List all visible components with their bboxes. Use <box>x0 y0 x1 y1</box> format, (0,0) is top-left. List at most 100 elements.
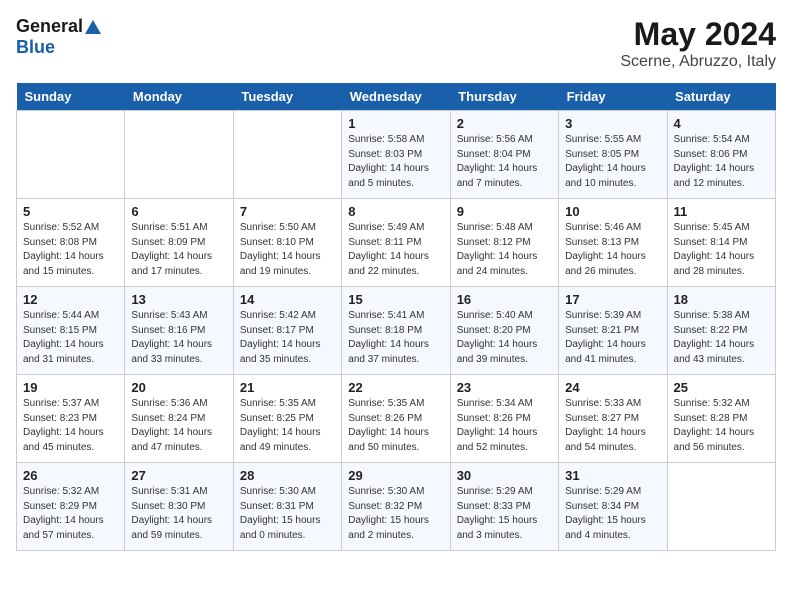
logo-blue-text: Blue <box>16 37 55 58</box>
calendar-week-row: 19 Sunrise: 5:37 AMSunset: 8:23 PMDayligh… <box>17 375 776 463</box>
cell-info: Sunrise: 5:49 AMSunset: 8:11 PMDaylight:… <box>348 221 443 279</box>
day-number: 3 <box>565 116 660 131</box>
day-number: 21 <box>240 380 335 395</box>
day-number: 16 <box>457 292 552 307</box>
day-number: 14 <box>240 292 335 307</box>
location-title: Scerne, Abruzzo, Italy <box>620 53 776 71</box>
cell-info: Sunrise: 5:32 AMSunset: 8:28 PMDaylight:… <box>674 397 769 455</box>
logo-general-text: General <box>16 16 83 37</box>
cell-info: Sunrise: 5:31 AMSunset: 8:30 PMDaylight:… <box>131 485 226 543</box>
cell-info: Sunrise: 5:46 AMSunset: 8:13 PMDaylight:… <box>565 221 660 279</box>
day-number: 22 <box>348 380 443 395</box>
cell-info: Sunrise: 5:38 AMSunset: 8:22 PMDaylight:… <box>674 309 769 367</box>
calendar-cell: 28 Sunrise: 5:30 AMSunset: 8:31 PMDayligh… <box>233 463 341 551</box>
calendar-header: General Blue May 2024 Scerne, Abruzzo, I… <box>16 16 776 71</box>
day-number: 1 <box>348 116 443 131</box>
day-number: 28 <box>240 468 335 483</box>
cell-info: Sunrise: 5:29 AMSunset: 8:34 PMDaylight:… <box>565 485 660 543</box>
weekday-header-thursday: Thursday <box>450 83 558 111</box>
calendar-cell <box>667 463 775 551</box>
logo-triangle-icon <box>85 20 101 34</box>
day-number: 19 <box>23 380 118 395</box>
day-number: 9 <box>457 204 552 219</box>
calendar-cell: 26Sunrise: 5:32 AMSunset: 8:29 PMDayligh… <box>17 463 125 551</box>
cell-info: Sunrise: 5:33 AMSunset: 8:27 PMDaylight:… <box>565 397 660 455</box>
calendar-cell: 24 Sunrise: 5:33 AMSunset: 8:27 PMDayligh… <box>559 375 667 463</box>
calendar-cell: 31 Sunrise: 5:29 AMSunset: 8:34 PMDayligh… <box>559 463 667 551</box>
calendar-cell: 15 Sunrise: 5:41 AMSunset: 8:18 PMDayligh… <box>342 287 450 375</box>
day-number: 27 <box>131 468 226 483</box>
day-number: 10 <box>565 204 660 219</box>
calendar-week-row: 26Sunrise: 5:32 AMSunset: 8:29 PMDayligh… <box>17 463 776 551</box>
day-number: 25 <box>674 380 769 395</box>
cell-info: Sunrise: 5:35 AMSunset: 8:25 PMDaylight:… <box>240 397 335 455</box>
calendar-cell: 9Sunrise: 5:48 AMSunset: 8:12 PMDaylight… <box>450 199 558 287</box>
title-area: May 2024 Scerne, Abruzzo, Italy <box>620 16 776 71</box>
calendar-cell: 4 Sunrise: 5:54 AMSunset: 8:06 PMDaylight… <box>667 111 775 199</box>
cell-info: Sunrise: 5:40 AMSunset: 8:20 PMDaylight:… <box>457 309 552 367</box>
day-number: 31 <box>565 468 660 483</box>
calendar-cell: 5 Sunrise: 5:52 AMSunset: 8:08 PMDaylight… <box>17 199 125 287</box>
cell-info: Sunrise: 5:45 AMSunset: 8:14 PMDaylight:… <box>674 221 769 279</box>
calendar-cell: 20 Sunrise: 5:36 AMSunset: 8:24 PMDayligh… <box>125 375 233 463</box>
cell-info: Sunrise: 5:52 AMSunset: 8:08 PMDaylight:… <box>23 221 118 279</box>
day-number: 5 <box>23 204 118 219</box>
calendar-week-row: 5 Sunrise: 5:52 AMSunset: 8:08 PMDaylight… <box>17 199 776 287</box>
cell-info: Sunrise: 5:43 AMSunset: 8:16 PMDaylight:… <box>131 309 226 367</box>
calendar-cell <box>17 111 125 199</box>
day-number: 2 <box>457 116 552 131</box>
weekday-header-friday: Friday <box>559 83 667 111</box>
day-number: 17 <box>565 292 660 307</box>
calendar-cell: 2 Sunrise: 5:56 AMSunset: 8:04 PMDaylight… <box>450 111 558 199</box>
calendar-cell: 22 Sunrise: 5:35 AMSunset: 8:26 PMDayligh… <box>342 375 450 463</box>
cell-info: Sunrise: 5:35 AMSunset: 8:26 PMDaylight:… <box>348 397 443 455</box>
calendar-cell: 16 Sunrise: 5:40 AMSunset: 8:20 PMDayligh… <box>450 287 558 375</box>
calendar-cell: 27 Sunrise: 5:31 AMSunset: 8:30 PMDayligh… <box>125 463 233 551</box>
calendar-cell: 13 Sunrise: 5:43 AMSunset: 8:16 PMDayligh… <box>125 287 233 375</box>
calendar-cell <box>125 111 233 199</box>
cell-info: Sunrise: 5:32 AMSunset: 8:29 PMDaylight:… <box>23 485 118 543</box>
weekday-header-saturday: Saturday <box>667 83 775 111</box>
calendar-cell: 6 Sunrise: 5:51 AMSunset: 8:09 PMDaylight… <box>125 199 233 287</box>
cell-info: Sunrise: 5:44 AMSunset: 8:15 PMDaylight:… <box>23 309 118 367</box>
day-number: 8 <box>348 204 443 219</box>
cell-info: Sunrise: 5:37 AMSunset: 8:23 PMDaylight:… <box>23 397 118 455</box>
month-title: May 2024 <box>620 16 776 53</box>
cell-info: Sunrise: 5:56 AMSunset: 8:04 PMDaylight:… <box>457 133 552 191</box>
cell-info: Sunrise: 5:51 AMSunset: 8:09 PMDaylight:… <box>131 221 226 279</box>
calendar-cell: 21 Sunrise: 5:35 AMSunset: 8:25 PMDayligh… <box>233 375 341 463</box>
calendar-cell: 23Sunrise: 5:34 AMSunset: 8:26 PMDayligh… <box>450 375 558 463</box>
calendar-cell: 25 Sunrise: 5:32 AMSunset: 8:28 PMDayligh… <box>667 375 775 463</box>
weekday-header-monday: Monday <box>125 83 233 111</box>
calendar-week-row: 12Sunrise: 5:44 AMSunset: 8:15 PMDayligh… <box>17 287 776 375</box>
cell-info: Sunrise: 5:54 AMSunset: 8:06 PMDaylight:… <box>674 133 769 191</box>
calendar-cell: 19 Sunrise: 5:37 AMSunset: 8:23 PMDayligh… <box>17 375 125 463</box>
calendar-cell: 29Sunrise: 5:30 AMSunset: 8:32 PMDayligh… <box>342 463 450 551</box>
cell-info: Sunrise: 5:29 AMSunset: 8:33 PMDaylight:… <box>457 485 552 543</box>
day-number: 29 <box>348 468 443 483</box>
weekday-header-row: SundayMondayTuesdayWednesdayThursdayFrid… <box>17 83 776 111</box>
cell-info: Sunrise: 5:30 AMSunset: 8:31 PMDaylight:… <box>240 485 335 543</box>
cell-info: Sunrise: 5:50 AMSunset: 8:10 PMDaylight:… <box>240 221 335 279</box>
calendar-cell: 11Sunrise: 5:45 AMSunset: 8:14 PMDayligh… <box>667 199 775 287</box>
calendar-cell: 17 Sunrise: 5:39 AMSunset: 8:21 PMDayligh… <box>559 287 667 375</box>
calendar-cell: 18Sunrise: 5:38 AMSunset: 8:22 PMDayligh… <box>667 287 775 375</box>
day-number: 4 <box>674 116 769 131</box>
calendar-table: SundayMondayTuesdayWednesdayThursdayFrid… <box>16 83 776 551</box>
day-number: 30 <box>457 468 552 483</box>
day-number: 20 <box>131 380 226 395</box>
calendar-cell: 10 Sunrise: 5:46 AMSunset: 8:13 PMDayligh… <box>559 199 667 287</box>
calendar-cell: 30 Sunrise: 5:29 AMSunset: 8:33 PMDayligh… <box>450 463 558 551</box>
day-number: 13 <box>131 292 226 307</box>
weekday-header-sunday: Sunday <box>17 83 125 111</box>
day-number: 15 <box>348 292 443 307</box>
cell-info: Sunrise: 5:39 AMSunset: 8:21 PMDaylight:… <box>565 309 660 367</box>
calendar-cell: 3Sunrise: 5:55 AMSunset: 8:05 PMDaylight… <box>559 111 667 199</box>
cell-info: Sunrise: 5:41 AMSunset: 8:18 PMDaylight:… <box>348 309 443 367</box>
calendar-cell: 12Sunrise: 5:44 AMSunset: 8:15 PMDayligh… <box>17 287 125 375</box>
calendar-cell: 14Sunrise: 5:42 AMSunset: 8:17 PMDayligh… <box>233 287 341 375</box>
day-number: 6 <box>131 204 226 219</box>
day-number: 23 <box>457 380 552 395</box>
cell-info: Sunrise: 5:36 AMSunset: 8:24 PMDaylight:… <box>131 397 226 455</box>
day-number: 24 <box>565 380 660 395</box>
